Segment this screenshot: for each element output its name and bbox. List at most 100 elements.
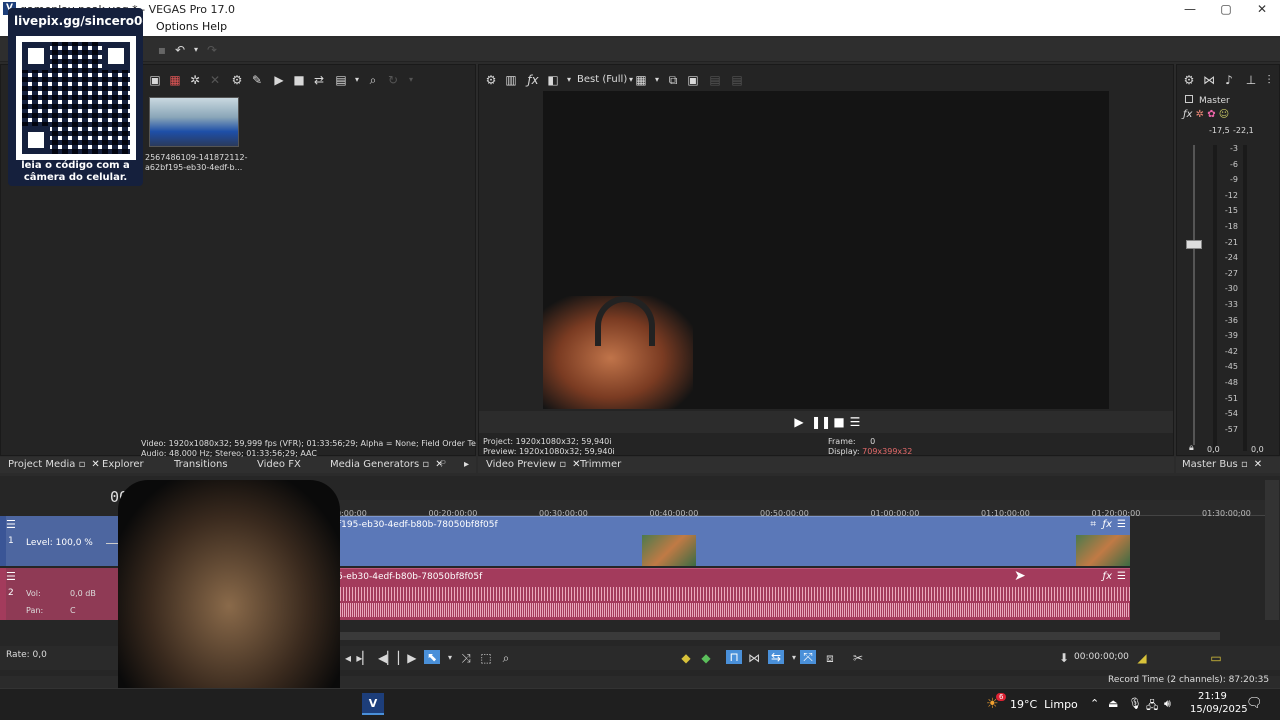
split-dropdown-icon[interactable]: ▾ <box>561 73 577 87</box>
weather-text[interactable]: 19°C Limpo <box>1010 698 1078 711</box>
master-fx-other-icon[interactable]: ☺ <box>1219 109 1229 120</box>
selection-tool-icon[interactable]: ⬚ <box>478 651 494 665</box>
media-thumbnail[interactable] <box>149 97 239 147</box>
master-gear-icon[interactable]: ⚙ <box>1181 73 1197 87</box>
taskbar-time[interactable]: 21:19 <box>1198 691 1227 702</box>
master-toggle-icon[interactable] <box>1185 95 1193 103</box>
refresh-dropdown-icon[interactable]: ▾ <box>403 73 419 87</box>
region-icon[interactable]: ◆ <box>698 651 714 665</box>
undo-icon[interactable]: ↶ <box>172 43 188 57</box>
lock-envelopes-icon[interactable]: ⤧ <box>800 650 816 664</box>
normal-edit-tool-icon[interactable]: ⬉ <box>424 650 440 664</box>
master-mono-icon[interactable]: ⋈ <box>1201 73 1217 87</box>
audio-clip-fx-icon[interactable]: ƒx <box>1103 571 1112 582</box>
tab-master-bus[interactable]: Master Bus ▫ ✕ <box>1182 459 1262 470</box>
delete-icon[interactable]: ▪ <box>154 43 170 57</box>
loop-region-icon[interactable]: ▭ <box>1208 651 1224 665</box>
tab-undock-icon[interactable]: ▫ <box>422 459 429 470</box>
menu-help[interactable]: Help <box>202 20 227 33</box>
snapping-icon[interactable]: ⊓ <box>726 650 742 664</box>
vegas-taskbar-icon[interactable]: V <box>362 693 384 715</box>
preview-menu-icon[interactable]: ☰ <box>847 415 863 429</box>
overlays-grid-icon[interactable]: ▦ <box>633 73 649 87</box>
audio-clip-menu-icon[interactable]: ☰ <box>1117 571 1126 582</box>
split-screen-icon[interactable]: ◧ <box>545 73 561 87</box>
tab-video-preview[interactable]: Video Preview ▫ ✕ <box>486 459 580 470</box>
overlays-dropdown-icon[interactable]: ▾ <box>649 73 665 87</box>
tab-scroll-right-icon[interactable]: ▸ <box>464 459 469 470</box>
auto-ripple-icon[interactable]: ⇆ <box>768 650 784 664</box>
auto-crossfade-icon[interactable]: ⋈ <box>746 651 762 665</box>
go-to-start-icon[interactable]: ◀▏ <box>378 651 396 665</box>
refresh-icon[interactable]: ↻ <box>385 73 401 87</box>
ignore-grouping-icon[interactable]: ⧈ <box>822 651 838 665</box>
import-media-icon[interactable]: ▣ <box>147 73 163 87</box>
clip-fx-icon[interactable]: ƒx <box>1103 519 1112 530</box>
master-speaker-icon[interactable]: ♪ <box>1221 73 1237 87</box>
tab-project-media[interactable]: Project Media ▫ ✕ <box>8 459 100 470</box>
master-mixer-icon[interactable]: ⫶ <box>1261 73 1277 87</box>
tab-transitions[interactable]: Transitions <box>174 459 228 470</box>
tray-network-icon[interactable]: 🖧︎ <box>1146 697 1158 716</box>
timeline-horizontal-scrollbar[interactable] <box>270 632 1220 640</box>
maximize-button[interactable]: ▢ <box>1208 0 1244 18</box>
redo-icon[interactable]: ↷ <box>204 43 220 57</box>
master-pin-icon[interactable]: ⊥ <box>1243 73 1259 87</box>
views-dropdown-icon[interactable]: ▾ <box>349 73 365 87</box>
video-fx-icon[interactable]: ƒx <box>525 73 541 87</box>
preview-device-icon[interactable]: ▥ <box>503 73 519 87</box>
tab-close-icon[interactable]: ✕ <box>1254 459 1262 470</box>
timeline-vertical-scrollbar[interactable] <box>1265 480 1279 620</box>
preview-quality-select[interactable]: Best (Full) <box>577 74 627 85</box>
edit-tool-dropdown-icon[interactable]: ▾ <box>442 651 458 665</box>
prev-frame-icon[interactable]: ◂ <box>340 651 356 665</box>
taskbar-date[interactable]: 15/09/2025 <box>1190 704 1248 715</box>
video-clip[interactable]: 1872112-a62bf195-eb30-4edf-b80b-78050bf8… <box>270 516 1130 566</box>
next-frame-icon[interactable]: ▸▏ <box>356 651 372 665</box>
tray-mic-icon[interactable]: 🎙︎ <box>1128 697 1142 710</box>
track-menu-icon[interactable]: ☰ <box>6 570 16 583</box>
track-menu-icon[interactable]: ☰ <box>6 518 16 531</box>
tab-trimmer[interactable]: Trimmer <box>580 459 621 470</box>
go-to-end-icon[interactable]: ▏▶ <box>398 651 416 665</box>
master-lock-icon[interactable]: 🔒︎ <box>1189 443 1194 453</box>
zoom-tool-icon[interactable]: ⌕ <box>498 651 514 665</box>
play-media-icon[interactable]: ▶ <box>271 73 287 87</box>
tray-usb-icon[interactable]: ⏏ <box>1108 697 1118 710</box>
master-fx-chain-icon[interactable]: ✲ <box>1196 109 1204 120</box>
save-snapshot-icon[interactable]: ▣ <box>685 73 701 87</box>
auto-preview-icon[interactable]: ⇄ <box>311 73 327 87</box>
envelope-tool-icon[interactable]: ⤨ <box>458 651 474 665</box>
menu-options[interactable]: Options <box>156 20 198 33</box>
cut-icon[interactable]: ✕ <box>207 73 223 87</box>
master-fx-alt-icon[interactable]: ✿ <box>1207 109 1215 120</box>
tab-explorer[interactable]: Explorer <box>102 459 144 470</box>
tray-chevron-icon[interactable]: ⌃ <box>1090 697 1099 710</box>
marker-icon[interactable]: ◆ <box>678 651 694 665</box>
undo-dropdown-icon[interactable]: ▾ <box>188 43 204 57</box>
preview-settings-gear-icon[interactable]: ⚙ <box>483 73 499 87</box>
tab-media-generators[interactable]: Media Generators ▫ ✕ <box>330 459 444 470</box>
views-icon[interactable]: ▤ <box>333 73 349 87</box>
preview-stop-icon[interactable]: ■ <box>831 415 847 429</box>
tab-undock-icon[interactable]: ▫ <box>1241 459 1248 470</box>
master-fx-icon[interactable]: ƒx <box>1183 109 1192 120</box>
properties-gear-icon[interactable]: ⚙ <box>229 73 245 87</box>
marker-flag-icon[interactable]: ◢ <box>1134 651 1150 665</box>
copy-snapshot-icon[interactable]: ⧉ <box>665 73 681 87</box>
tab-undock-icon[interactable]: ▫ <box>559 459 566 470</box>
minimize-button[interactable]: — <box>1172 0 1208 18</box>
tray-volume-icon[interactable]: 🔊︎ <box>1164 697 1171 711</box>
stop-media-icon[interactable]: ■ <box>291 73 307 87</box>
clip-menu-icon[interactable]: ☰ <box>1117 519 1126 530</box>
tab-undock-icon[interactable]: ▫ <box>79 459 86 470</box>
tab-close-icon[interactable]: ✕ <box>91 459 99 470</box>
master-fader-handle[interactable] <box>1186 240 1202 249</box>
media-settings-icon[interactable]: ✎ <box>249 73 265 87</box>
preview-play-icon[interactable]: ▶ <box>791 415 807 429</box>
audio-clip[interactable]: a62bf195-eb30-4edf-b80b-78050bf8f05f ƒx … <box>270 568 1130 620</box>
media-fx-icon[interactable]: ✲ <box>187 73 203 87</box>
preview-pause-icon[interactable]: ❚❚ <box>811 415 831 429</box>
trim-icon[interactable]: ✂ <box>850 651 866 665</box>
master-fader-track[interactable] <box>1193 145 1195 445</box>
